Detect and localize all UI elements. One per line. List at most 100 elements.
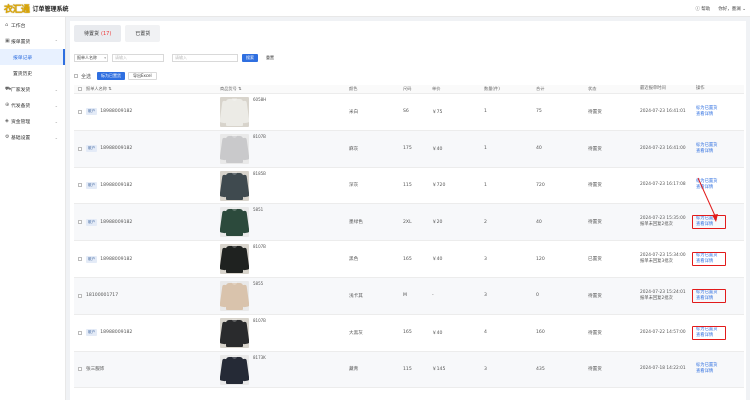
row-checkbox[interactable]: [78, 293, 82, 298]
col-style[interactable]: 商品货号 ⇅: [220, 86, 349, 92]
cell-actions: 标为已置货 查看详情: [692, 252, 744, 267]
filter-bar: 报单人名称 ▾ 请输入 请输入 搜索 重置: [74, 54, 278, 62]
cell-qty: 1: [484, 109, 487, 115]
cell-product: 8107B: [220, 131, 349, 167]
sidebar-item-1[interactable]: ▣ 报单置货 ⌃: [0, 33, 65, 49]
cell-product: 8107B: [220, 315, 349, 351]
search-input-2[interactable]: 请输入: [172, 54, 238, 62]
sidebar-item-7[interactable]: ⚙ 基础设置 ⌄: [0, 129, 65, 145]
row-checkbox[interactable]: [78, 109, 82, 114]
view-detail-link[interactable]: 查看详情: [696, 185, 744, 191]
highlight-box: [692, 215, 726, 230]
tab-pending[interactable]: 待置货 (17): [74, 25, 122, 42]
cell-actions: 标为已置货 查看详情: [696, 179, 744, 191]
row-checkbox[interactable]: [78, 220, 82, 225]
product-thumbnail[interactable]: [220, 354, 249, 385]
view-detail-link[interactable]: 查看详情: [696, 112, 744, 118]
main-panel: 待置货 (17) 已置货 报单人名称 ▾ 请输入 请输入 搜索 重置 全选 标为已置…: [70, 21, 746, 400]
cell-total: 75: [536, 109, 542, 115]
sidebar-subitem-2[interactable]: 报单记录: [0, 49, 65, 65]
select-all-label: 全选: [81, 73, 92, 80]
tab-done[interactable]: 已置货: [125, 25, 161, 42]
sidebar-item-6[interactable]: ◈ 资金管理 ⌄: [0, 113, 65, 129]
cell-color: 米白: [349, 109, 359, 115]
col-size: 尺码: [403, 86, 412, 91]
table-row: 散户 18988009182 5851 墨绿色 2XL ￥20 2 40 待置货 …: [74, 204, 744, 242]
cell-time: 2024-07-23 16:41:01: [640, 108, 686, 114]
chevron-down-icon: ⌄: [54, 118, 58, 124]
row-checkbox[interactable]: [78, 367, 82, 372]
highlight-box: [692, 252, 726, 267]
search-input-1[interactable]: 请输入: [112, 54, 164, 62]
cell-total: 0: [536, 293, 539, 299]
search-button[interactable]: 搜索: [242, 54, 258, 62]
user-menu[interactable]: 你好，墨澜 ⌄: [718, 6, 746, 12]
cell-qty: 4: [484, 330, 487, 336]
status-tabs: 待置货 (17) 已置货: [74, 25, 161, 42]
select-all-checkbox[interactable]: [74, 74, 78, 78]
sidebar-item-5[interactable]: ⊕ 代发备货 ⌄: [0, 97, 65, 113]
cell-size: 175: [403, 146, 412, 152]
cell-total: 40: [536, 146, 542, 152]
highlight-box: [692, 288, 726, 303]
product-thumbnail[interactable]: [220, 207, 249, 238]
row-checkbox[interactable]: [78, 257, 82, 262]
header-checkbox[interactable]: [78, 87, 82, 91]
customer-type-badge: 散户: [86, 181, 98, 189]
cell-user: 散户 18988009182: [86, 145, 133, 153]
cell-product: 8107B: [220, 241, 349, 277]
chevron-down-icon: ▾: [104, 56, 106, 60]
cell-size: 2XL: [403, 219, 412, 225]
cell-total: 435: [536, 366, 545, 372]
product-thumbnail[interactable]: [220, 244, 249, 275]
cell-status: 待置货: [588, 183, 602, 189]
cell-user: 18100001717: [86, 293, 119, 299]
reset-button[interactable]: 重置: [262, 54, 278, 62]
cell-color: 墨绿色: [349, 220, 363, 226]
customer-type-badge: 散户: [86, 108, 98, 116]
cell-user: 散户 18988009182: [86, 108, 133, 116]
cell-qty: 3: [484, 366, 487, 372]
cell-price: ￥720: [432, 183, 446, 189]
cell-user: 散户 18988009182: [86, 329, 133, 337]
sidebar-item-4[interactable]: ⛟ 厂家发货 ⌄: [0, 81, 65, 97]
view-detail-link[interactable]: 查看详情: [696, 149, 744, 155]
product-thumbnail[interactable]: [220, 97, 249, 127]
row-checkbox[interactable]: [78, 146, 82, 151]
cell-product: 5851: [220, 204, 349, 240]
cell-price: ￥145: [432, 367, 446, 373]
top-bar: 衣汇通 订单管理系统 ⓘ 帮助 你好，墨澜 ⌄: [0, 0, 750, 17]
help-link[interactable]: ⓘ 帮助: [695, 6, 710, 12]
cell-actions: 标为已置货 查看详情: [692, 288, 744, 303]
pending-count: (17): [101, 30, 112, 37]
view-detail-link[interactable]: 查看详情: [696, 369, 744, 375]
product-thumbnail[interactable]: [220, 133, 249, 164]
field-select[interactable]: 报单人名称 ▾: [74, 54, 108, 62]
cell-size: 115: [403, 182, 412, 188]
cell-price: ￥20: [432, 220, 443, 226]
table-header: 报单人名称 ⇅ 商品货号 ⇅ 颜色 尺码 单价 数量(件) 合计 状态 最近报单…: [74, 85, 744, 94]
table-row: 散户 18988009182 8185B 深灰 115 ￥720 1 720 待置…: [74, 168, 744, 205]
col-user[interactable]: 报单人名称 ⇅: [86, 86, 220, 92]
reply-note: 报单未回复3批次: [640, 259, 673, 265]
chevron-down-icon: ⌄: [742, 6, 746, 12]
customer-type-badge: 散户: [86, 255, 98, 263]
row-checkbox[interactable]: [78, 330, 82, 335]
cell-price: ￥40: [432, 330, 443, 336]
sidebar-subitem-3[interactable]: 置货历史: [0, 65, 65, 81]
cell-size: 165: [403, 330, 412, 336]
cell-user: 散户 18988009182: [86, 255, 133, 263]
product-thumbnail[interactable]: [220, 317, 249, 348]
chevron-down-icon: ⌄: [54, 102, 58, 108]
cell-user: 张三服饰: [86, 367, 105, 373]
sidebar-item-0[interactable]: ⌂ 工作台: [0, 17, 65, 33]
row-checkbox[interactable]: [78, 183, 82, 188]
col-price: 单价: [432, 86, 441, 91]
mark-done-button[interactable]: 标为已置货: [97, 72, 126, 80]
product-thumbnail[interactable]: [220, 170, 249, 201]
cell-color: 藏青: [349, 367, 359, 373]
cell-status: 待置货: [588, 367, 602, 373]
sidebar: ⌂ 工作台 ▣ 报单置货 ⌃ 报单记录 置货历史 ⛟ 厂家发货 ⌄ ⊕ 代发备货 ⌄ ◈ 资金管理 ⌄ ⚙ 基础设…: [0, 17, 66, 400]
export-excel-button[interactable]: 导出Excel: [128, 72, 157, 80]
product-thumbnail[interactable]: [220, 280, 249, 311]
